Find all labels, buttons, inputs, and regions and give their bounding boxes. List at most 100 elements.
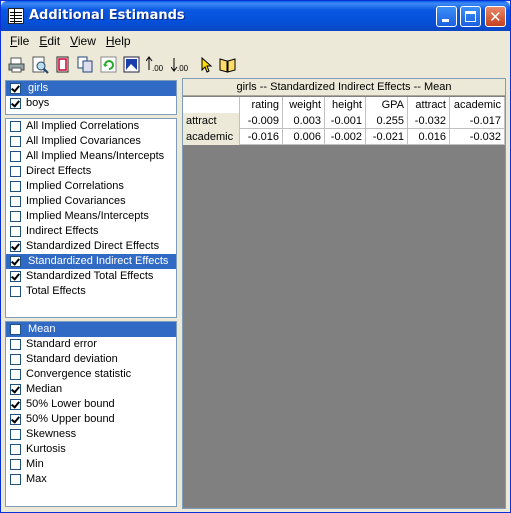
title-bar[interactable]: Additional Estimands ✕ (1, 1, 510, 31)
maximize-button[interactable] (460, 6, 481, 27)
estimand-item[interactable]: All Implied Covariances (6, 134, 176, 149)
estimand-item[interactable]: Implied Covariances (6, 194, 176, 209)
results-table[interactable]: rating weight height GPA attract academic attr… (183, 97, 505, 145)
estimand-checkbox[interactable] (10, 151, 21, 162)
statistic-label: Standard error (26, 338, 97, 350)
statistic-item[interactable]: Max (6, 472, 176, 487)
groups-list[interactable]: girls boys (5, 80, 177, 115)
app-grid-icon (8, 8, 24, 24)
decrease-decimals-button[interactable]: .00 (170, 55, 192, 75)
statistic-checkbox[interactable] (10, 354, 21, 365)
estimand-item[interactable]: Direct Effects (6, 164, 176, 179)
menu-edit[interactable]: Edit (34, 33, 65, 51)
group-item[interactable]: girls (6, 81, 176, 96)
page-setup-button[interactable] (53, 55, 73, 75)
statistic-item[interactable]: 50% Lower bound (6, 397, 176, 412)
image-button[interactable] (122, 55, 142, 75)
statistics-list[interactable]: Mean Standard error Standard deviation Conv… (5, 321, 177, 507)
estimand-item[interactable]: All Implied Means/Intercepts (6, 149, 176, 164)
statistic-item[interactable]: Standard error (6, 337, 176, 352)
group-checkbox[interactable] (10, 98, 21, 109)
toolbar: .00 .00 (7, 55, 238, 77)
group-item[interactable]: boys (6, 96, 176, 111)
table-cell[interactable]: 0.016 (408, 129, 450, 145)
additional-estimands-window: Additional Estimands ✕ File Edit View Help … (0, 0, 511, 513)
statistic-item[interactable]: Standard deviation (6, 352, 176, 367)
estimand-checkbox[interactable] (10, 121, 21, 132)
table-cell[interactable]: -0.017 (450, 113, 505, 129)
close-button[interactable]: ✕ (485, 6, 506, 27)
estimand-label: Total Effects (26, 285, 86, 297)
estimand-item[interactable]: Standardized Direct Effects (6, 239, 176, 254)
menu-help[interactable]: Help (101, 33, 136, 51)
minimize-icon (442, 19, 449, 22)
estimand-label: All Implied Correlations (26, 120, 140, 132)
print-preview-button[interactable] (30, 55, 50, 75)
statistic-label: 50% Upper bound (26, 413, 115, 425)
statistic-checkbox[interactable] (10, 474, 21, 485)
refresh-button[interactable] (99, 55, 119, 75)
estimand-checkbox[interactable] (10, 166, 21, 177)
statistic-checkbox[interactable] (10, 324, 21, 335)
estimand-checkbox[interactable] (10, 136, 21, 147)
statistic-label: Mean (28, 323, 56, 335)
window-title: Additional Estimands (29, 8, 185, 23)
estimands-list[interactable]: All Implied Correlations All Implied Cova… (5, 118, 177, 318)
estimand-label: Implied Correlations (26, 180, 124, 192)
statistic-checkbox[interactable] (10, 399, 21, 410)
print-button[interactable] (7, 55, 27, 75)
estimand-item[interactable]: Standardized Indirect Effects (6, 254, 176, 269)
estimand-checkbox[interactable] (10, 271, 21, 282)
svg-text:.00: .00 (177, 64, 189, 73)
statistic-item[interactable]: Convergence statistic (6, 367, 176, 382)
estimand-checkbox[interactable] (10, 226, 21, 237)
table-cell[interactable]: -0.016 (240, 129, 283, 145)
group-label: boys (26, 97, 50, 109)
table-cell[interactable]: -0.001 (325, 113, 366, 129)
statistic-checkbox[interactable] (10, 429, 21, 440)
statistic-item[interactable]: 50% Upper bound (6, 412, 176, 427)
statistic-item[interactable]: Mean (6, 322, 176, 337)
estimand-checkbox[interactable] (10, 286, 21, 297)
minimize-button[interactable] (436, 6, 457, 27)
increase-decimals-button[interactable]: .00 (145, 55, 167, 75)
statistic-item[interactable]: Min (6, 457, 176, 472)
help-book-button[interactable] (218, 55, 238, 75)
table-cell[interactable]: -0.032 (450, 129, 505, 145)
statistic-checkbox[interactable] (10, 369, 21, 380)
statistic-checkbox[interactable] (10, 339, 21, 350)
estimand-item[interactable]: All Implied Correlations (6, 119, 176, 134)
table-cell[interactable]: -0.021 (366, 129, 408, 145)
estimand-item[interactable]: Indirect Effects (6, 224, 176, 239)
statistic-checkbox[interactable] (10, 459, 21, 470)
copy-icon (77, 56, 93, 73)
column-header: academic (450, 97, 505, 113)
estimand-checkbox[interactable] (10, 181, 21, 192)
copy-button[interactable] (76, 55, 96, 75)
table-cell[interactable]: -0.002 (325, 129, 366, 145)
help-pointer-button[interactable] (195, 55, 215, 75)
estimand-item[interactable]: Total Effects (6, 284, 176, 299)
statistic-item[interactable]: Skewness (6, 427, 176, 442)
estimand-checkbox[interactable] (10, 211, 21, 222)
statistic-item[interactable]: Kurtosis (6, 442, 176, 457)
statistic-item[interactable]: Median (6, 382, 176, 397)
statistic-checkbox[interactable] (10, 414, 21, 425)
table-cell[interactable]: 0.006 (283, 129, 325, 145)
group-checkbox[interactable] (10, 83, 21, 94)
estimand-checkbox[interactable] (10, 256, 21, 267)
menu-file[interactable]: File (5, 33, 34, 51)
menu-view[interactable]: View (65, 33, 101, 51)
table-cell[interactable]: 0.255 (366, 113, 408, 129)
estimand-item[interactable]: Implied Means/Intercepts (6, 209, 176, 224)
table-cell[interactable]: -0.032 (408, 113, 450, 129)
table-cell[interactable]: 0.003 (283, 113, 325, 129)
estimand-item[interactable]: Standardized Total Effects (6, 269, 176, 284)
estimand-item[interactable]: Implied Correlations (6, 179, 176, 194)
table-row: academic -0.016 0.006 -0.002 -0.021 0.016 -0.0… (183, 129, 505, 145)
statistic-checkbox[interactable] (10, 444, 21, 455)
table-cell[interactable]: -0.009 (240, 113, 283, 129)
estimand-checkbox[interactable] (10, 196, 21, 207)
statistic-checkbox[interactable] (10, 384, 21, 395)
estimand-checkbox[interactable] (10, 241, 21, 252)
